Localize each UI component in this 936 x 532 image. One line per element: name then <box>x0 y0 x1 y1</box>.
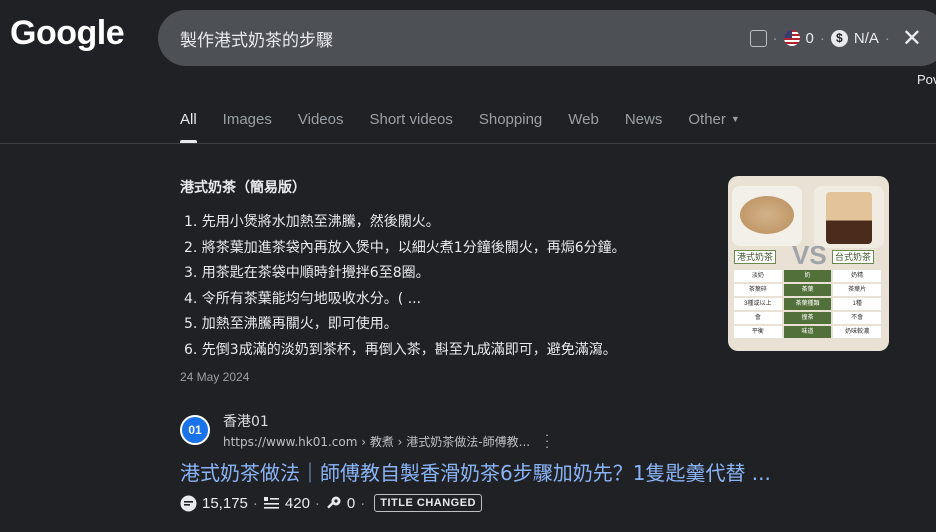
grid-cell: 撞茶 <box>783 312 832 324</box>
tab-news[interactable]: News <box>625 111 663 143</box>
google-logo[interactable]: Google <box>10 14 125 53</box>
grid-cell: 平衡 <box>734 326 782 338</box>
tab-other[interactable]: Other ▼ <box>688 111 739 143</box>
keys-count: 0 <box>346 494 356 512</box>
word-count: 420 <box>284 494 310 512</box>
thumb-label-left: 港式奶茶 <box>734 250 777 264</box>
grid-cell: 奶 <box>783 270 832 282</box>
tab-videos[interactable]: Videos <box>298 111 344 143</box>
tab-shopping[interactable]: Shopping <box>479 111 542 143</box>
key-icon <box>325 495 342 512</box>
grid-cell: 茶葉碎 <box>734 284 782 296</box>
grid-cell: 淡奶 <box>734 270 782 282</box>
step-item: 1. 先用小煲將水加熱至沸騰，然後關火。 <box>184 214 440 230</box>
grid-cell: 奶味較濃 <box>833 326 882 338</box>
grid-cell: 奶精 <box>833 270 882 282</box>
grid-cell: 1種 <box>833 298 882 310</box>
grid-cell: 會 <box>734 312 782 324</box>
vs-label: VS <box>792 240 827 270</box>
price-value: N/A <box>853 29 879 47</box>
result-title-link[interactable]: 港式奶茶做法｜師傅教自製香滑奶茶6步驟加奶先？1隻匙羹代替 ... <box>180 457 771 486</box>
grid-row: 茶葉碎 茶葉 茶葉片 <box>734 284 883 296</box>
separator-dot: · <box>360 494 366 512</box>
header-divider <box>0 143 936 144</box>
step-item: 6. 先倒3成滿的淡奶到茶杯，再倒入茶，斟至九成滿即可，避免滿瀉。 <box>184 341 617 358</box>
views-icon <box>180 495 197 512</box>
extension-bar: · 0 · $ N/A · ✕ <box>749 10 922 66</box>
snippet-title: 港式奶茶（簡易版） <box>180 180 306 196</box>
tab-all[interactable]: All <box>180 111 197 143</box>
tab-label: Shopping <box>478 111 543 128</box>
snippet-steps: 1. 先用小煲將水加熱至沸騰，然後關火。 2. 將茶葉加進茶袋內再放入煲中，以細… <box>184 210 626 364</box>
search-input[interactable]: 製作港式奶茶的步驟 <box>180 26 333 51</box>
grid-row: 會 撞茶 不會 <box>734 312 883 324</box>
step-item: 4. 令所有茶葉能均勻地吸收水分。( ... <box>184 290 422 307</box>
separator-dot: · <box>314 494 320 512</box>
tab-short-videos[interactable]: Short videos <box>369 111 452 143</box>
separator-dot: · <box>252 494 258 512</box>
title-changed-badge: TITLE CHANGED <box>374 494 482 512</box>
snippet-thumbnail[interactable]: VS 港式奶茶 台式奶茶 淡奶 奶 奶精 茶葉碎 茶葉 茶葉片 3種或以上 茶葉… <box>728 176 889 351</box>
grid-cell: 不會 <box>833 312 882 324</box>
flag-count: 0 <box>805 29 814 47</box>
tab-label: Web <box>568 111 599 128</box>
grid-row: 3種或以上 茶葉種類 1種 <box>734 298 883 310</box>
grid-cell: 味道 <box>783 326 832 338</box>
step-item: 2. 將茶葉加進茶袋內再放入煲中，以細火煮1分鐘後關火，再焗6分鐘。 <box>184 239 626 256</box>
dollar-icon: $ <box>830 29 848 47</box>
site-favicon[interactable]: 01 <box>180 415 210 445</box>
grid-row: 淡奶 奶 奶精 <box>734 270 883 282</box>
tab-label: News <box>624 111 663 128</box>
tab-images[interactable]: Images <box>223 111 272 143</box>
snippet-date: 24 May 2024 <box>180 370 250 384</box>
pov-label[interactable]: Pov <box>917 72 936 87</box>
grid-row: 平衡 味道 奶味較濃 <box>734 326 883 338</box>
thumb-label-right: 台式奶茶 <box>832 250 875 264</box>
tab-label: Videos <box>297 111 344 128</box>
grid-cell: 茶葉片 <box>833 284 882 296</box>
separator-dot: · <box>819 29 825 47</box>
grid-cell: 3種或以上 <box>734 298 782 310</box>
search-tabs: All Images Videos Short videos Shopping … <box>180 111 766 143</box>
tab-label: Images <box>222 111 272 128</box>
select-checkbox[interactable] <box>749 29 767 47</box>
result-site-name[interactable]: 香港01 <box>223 411 269 431</box>
comparison-grid: 淡奶 奶 奶精 茶葉碎 茶葉 茶葉片 3種或以上 茶葉種類 1種 會 撞茶 不會… <box>734 270 883 340</box>
grid-cell: 茶葉 <box>783 284 832 296</box>
tab-label: Other <box>688 111 726 128</box>
result-metrics: 15,175 · 420 · 0 · TITLE CHANGED <box>180 494 482 512</box>
tab-label: All <box>180 111 197 128</box>
tab-label: Short videos <box>369 111 453 128</box>
separator-dot: · <box>884 29 890 47</box>
views-count: 15,175 <box>202 494 248 512</box>
step-item: 3. 用茶匙在茶袋中順時針攪拌6至8圈。 <box>184 265 430 282</box>
result-url[interactable]: https://www.hk01.com › 教煮 › 港式奶茶做法-師傅教..… <box>223 433 530 450</box>
bubble-tea-image <box>814 186 884 248</box>
clear-search-icon[interactable]: ✕ <box>902 24 922 53</box>
tab-web[interactable]: Web <box>568 111 599 143</box>
caret-down-icon: ▼ <box>730 114 740 124</box>
hk-milk-tea-image <box>732 186 802 246</box>
word-count-icon <box>263 495 280 512</box>
us-flag-icon <box>783 30 800 46</box>
grid-cell: 茶葉種類 <box>783 298 832 310</box>
search-box[interactable]: 製作港式奶茶的步驟 · 0 · $ N/A · ✕ <box>158 10 936 66</box>
step-item: 5. 加熱至沸騰再關火，即可使用。 <box>184 316 398 333</box>
separator-dot: · <box>772 29 778 47</box>
more-options-icon[interactable]: · · · <box>544 428 550 453</box>
